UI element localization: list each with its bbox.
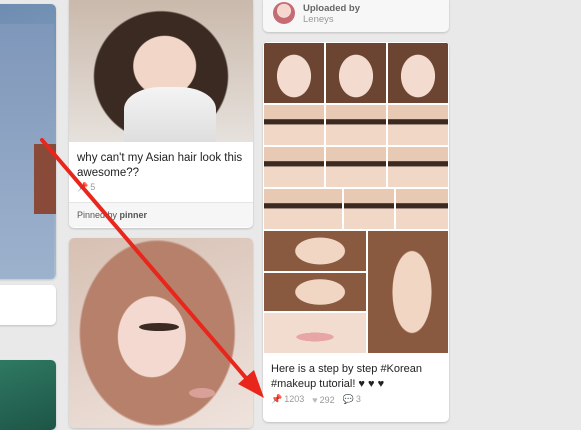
heart-icon: ♥ — [312, 394, 318, 405]
pin-card-left-mid[interactable] — [0, 285, 56, 325]
like-count: ♥ 292 — [312, 395, 334, 405]
pinned-by-bar[interactable]: Pinned by pinner — [69, 202, 253, 227]
avatar[interactable] — [273, 2, 295, 24]
pin-image[interactable] — [69, 0, 253, 142]
pin-card-left-bottom[interactable] — [0, 360, 56, 430]
repin-count: 📌 1203 — [271, 394, 304, 405]
pin-card-pink-hair[interactable] — [69, 238, 253, 428]
pin-icon: 📌 — [271, 394, 283, 404]
uploaded-by-bar[interactable]: Uploaded by Leneys — [263, 0, 449, 32]
pin-description: Here is a step by step #Korean #makeup t… — [271, 363, 423, 390]
uploader-name[interactable]: Leneys — [303, 14, 334, 25]
pin-stats: 📌 5 — [77, 182, 95, 193]
comment-count: 💬 3 — [343, 394, 361, 405]
pin-card-asian-hair[interactable]: why can't my Asian hair look this awesom… — [69, 0, 253, 228]
pin-stats: 📌 1203 ♥ 292 💬 3 — [271, 394, 361, 405]
repin-count-value: 5 — [90, 182, 96, 192]
repin-count-value: 1203 — [284, 394, 305, 404]
pin-description: why can't my Asian hair look this awesom… — [77, 152, 243, 179]
comment-icon: 💬 — [342, 394, 354, 404]
comment-count-value: 3 — [355, 394, 361, 404]
pin-card-left-top[interactable] — [0, 4, 56, 279]
like-count-value: 292 — [319, 394, 335, 405]
pinned-by-label: Pinned by — [77, 210, 118, 220]
pin-icon: 📌 — [77, 182, 89, 192]
pin-image[interactable] — [0, 4, 56, 279]
pin-image[interactable] — [263, 42, 449, 354]
pinned-by-user[interactable]: pinner — [120, 210, 148, 220]
pin-card-makeup-tutorial[interactable]: Here is a step by step #Korean #makeup t… — [263, 42, 449, 422]
pin-image[interactable] — [0, 360, 56, 430]
uploaded-by-label: Uploaded by — [303, 3, 361, 14]
repin-count: 📌 5 — [77, 182, 95, 193]
pin-image[interactable] — [69, 238, 253, 428]
